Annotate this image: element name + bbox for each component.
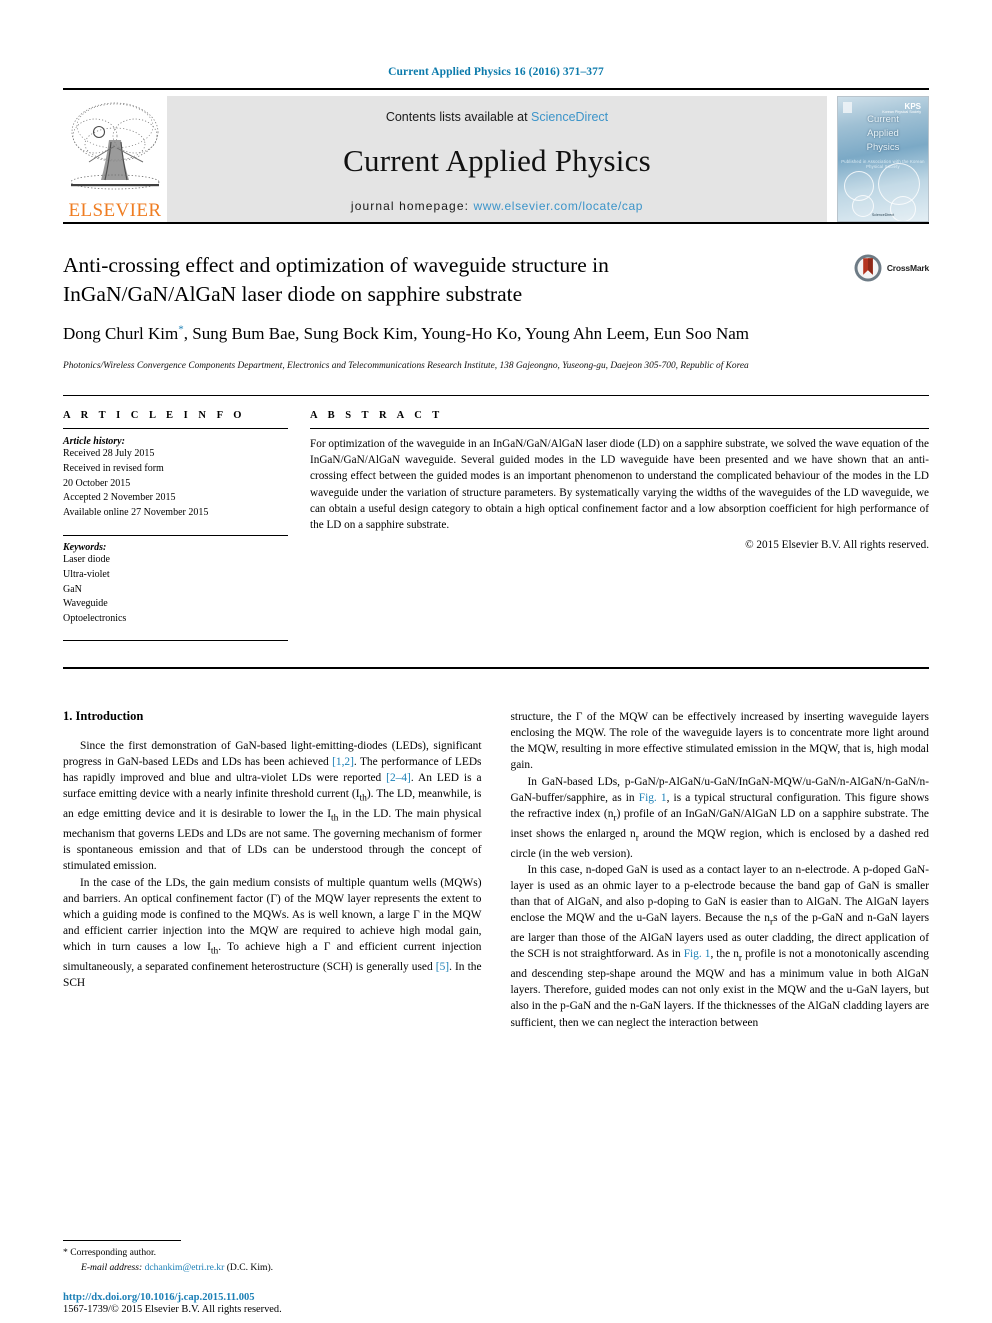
history-item: 20 October 2015 (63, 477, 131, 489)
journal-homepage-line: journal homepage: www.elsevier.com/locat… (351, 199, 643, 213)
elsevier-wordmark: ELSEVIER (68, 200, 162, 221)
contents-prefix: Contents lists available at (385, 109, 528, 124)
subscript-th: th (359, 793, 367, 804)
body-column-right: structure, the Γ of the MQW can be effec… (511, 709, 930, 1031)
journal-cover-thumbnail: KPS Korean Physical Society Current Appl… (837, 96, 929, 222)
elsevier-logo: ELSEVIER (63, 96, 167, 222)
corresponding-author-line: * Corresponding author. (63, 1246, 468, 1260)
body-column-left: 1. Introduction Since the first demonstr… (63, 709, 482, 1031)
info-abstract-row: A R T I C L E I N F O Article history: R… (63, 396, 929, 641)
keywords-top-rule (63, 534, 288, 536)
cover-footer: ScienceDirect (871, 213, 895, 217)
abstract-heading-rule (310, 427, 929, 429)
email-suffix: (D.C. Kim). (226, 1261, 274, 1273)
paragraph-intro-2: In the case of the LDs, the gain medium … (63, 875, 482, 992)
masthead-bottom-rule (63, 222, 929, 224)
abstract-heading: A B S T R A C T (310, 409, 444, 421)
issn-copyright-line: 1567-1739/© 2015 Elsevier B.V. All right… (63, 1304, 282, 1315)
figure-link-fig1[interactable]: Fig. 1 (684, 948, 711, 960)
history-item: Received in revised form (63, 462, 164, 474)
footnote-marker: * (63, 1247, 68, 1259)
keyword-item: Waveguide (63, 598, 108, 610)
cover-title-line1: Current (867, 114, 899, 125)
paragraph-right-3: In this case, n-doped GaN is used as a c… (511, 862, 930, 1031)
journal-title: Current Applied Physics (343, 142, 651, 178)
crossmark-badge[interactable]: CrossMark (853, 253, 929, 283)
figure-link-fig1[interactable]: Fig. 1 (639, 792, 667, 804)
elsevier-tree-icon (70, 102, 160, 190)
para-text: profile is not a monotonically ascending… (510, 948, 930, 1029)
citation-link-5[interactable]: [5] (436, 961, 449, 973)
para-text: , the n (710, 948, 739, 961)
history-item: Available online 27 November 2015 (63, 507, 209, 519)
cover-bubble (890, 196, 916, 221)
keyword-item: Ultra-violet (63, 568, 110, 580)
crossmark-icon (854, 254, 882, 282)
abstract-bottom-rule (63, 666, 929, 669)
footnote-rule (63, 1240, 181, 1242)
article-info-column: A R T I C L E I N F O Article history: R… (63, 410, 310, 641)
citation-link-1-2[interactable]: [1,2] (332, 756, 354, 768)
page-title: Anti-crossing effect and optimization of… (63, 253, 609, 306)
article-title-block: CrossMark Anti-crossing effect and optim… (63, 251, 929, 373)
para-text: structure, the Γ of the MQW can be effec… (510, 710, 930, 772)
keyword-item: GaN (63, 583, 82, 595)
body-two-columns: 1. Introduction Since the first demonstr… (63, 709, 929, 1031)
keyword-item: Laser diode (63, 553, 110, 565)
email-link[interactable]: dchankim@etri.re.kr (145, 1262, 225, 1273)
keywords-block: Keywords: Laser diode Ultra-violet GaN W… (63, 534, 288, 627)
info-heading-rule (63, 427, 288, 429)
journal-homepage-link[interactable]: www.elsevier.com/locate/cap (473, 199, 643, 213)
keywords-list: Laser diode Ultra-violet GaN Waveguide O… (63, 553, 288, 627)
paragraph-intro-1: Since the first demonstration of GaN-bas… (63, 738, 482, 875)
contents-lists-line: Contents lists available at ScienceDirec… (386, 110, 608, 124)
abstract-column: A B S T R A C T For optimization of the … (310, 410, 929, 641)
abstract-copyright: © 2015 Elsevier B.V. All rights reserved… (745, 539, 929, 552)
running-head: Current Applied Physics 16 (2016) 371–37… (388, 66, 604, 78)
crossmark-label: CrossMark (886, 263, 929, 273)
article-info-heading: A R T I C L E I N F O (63, 409, 246, 421)
history-item: Received 28 July 2015 (63, 447, 155, 459)
article-history-label: Article history: (63, 435, 125, 447)
author-first: Dong Churl Kim (63, 324, 179, 344)
cover-title-line2: Applied (867, 127, 899, 139)
abstract-text: For optimization of the waveguide in an … (310, 437, 929, 532)
section-heading-introduction: 1. Introduction (63, 708, 144, 723)
corresponding-author-footnote: * Corresponding author. E-mail address: … (63, 1240, 468, 1275)
cover-elsevier-mark (843, 102, 852, 113)
journal-masthead: ELSEVIER Contents lists available at Sci… (63, 88, 929, 222)
homepage-label: journal homepage: (350, 198, 470, 213)
authors-remaining: , Sung Bum Bae, Sung Bock Kim, Young-Ho … (183, 324, 750, 344)
paragraph-right-2: In GaN-based LDs, p-GaN/p-AlGaN/u-GaN/In… (511, 774, 930, 862)
corresponding-author-label: Corresponding author. (70, 1247, 157, 1259)
cover-title: Current Applied Physics (838, 113, 928, 154)
paper-page: Current Applied Physics 16 (2016) 371–37… (0, 0, 992, 1323)
sciencedirect-link[interactable]: ScienceDirect (531, 110, 608, 124)
email-line: E-mail address: dchankim@etri.re.kr (D.C… (63, 1261, 468, 1275)
article-history-list: Received 28 July 2015 Received in revise… (63, 447, 288, 521)
doi-block: http://dx.doi.org/10.1016/j.cap.2015.11.… (63, 1292, 483, 1315)
cover-title-line3: Physics (866, 141, 900, 153)
keywords-bottom-rule (63, 639, 288, 641)
keyword-item: Optoelectronics (63, 613, 127, 625)
history-item: Accepted 2 November 2015 (63, 492, 176, 504)
citation-link-2-4[interactable]: [2–4] (386, 772, 411, 784)
affiliation: Photonics/Wireless Convergence Component… (63, 360, 749, 371)
cover-subtitle: Published in Association with the Korean… (841, 159, 925, 169)
journal-banner: Contents lists available at ScienceDirec… (167, 96, 827, 222)
doi-link[interactable]: http://dx.doi.org/10.1016/j.cap.2015.11.… (63, 1292, 483, 1303)
keywords-label: Keywords: (63, 541, 107, 553)
author-list: Dong Churl Kim*, Sung Bum Bae, Sung Bock… (63, 322, 783, 345)
paragraph-right-1: structure, the Γ of the MQW can be effec… (511, 709, 930, 774)
email-label: E-mail address: (81, 1261, 143, 1273)
